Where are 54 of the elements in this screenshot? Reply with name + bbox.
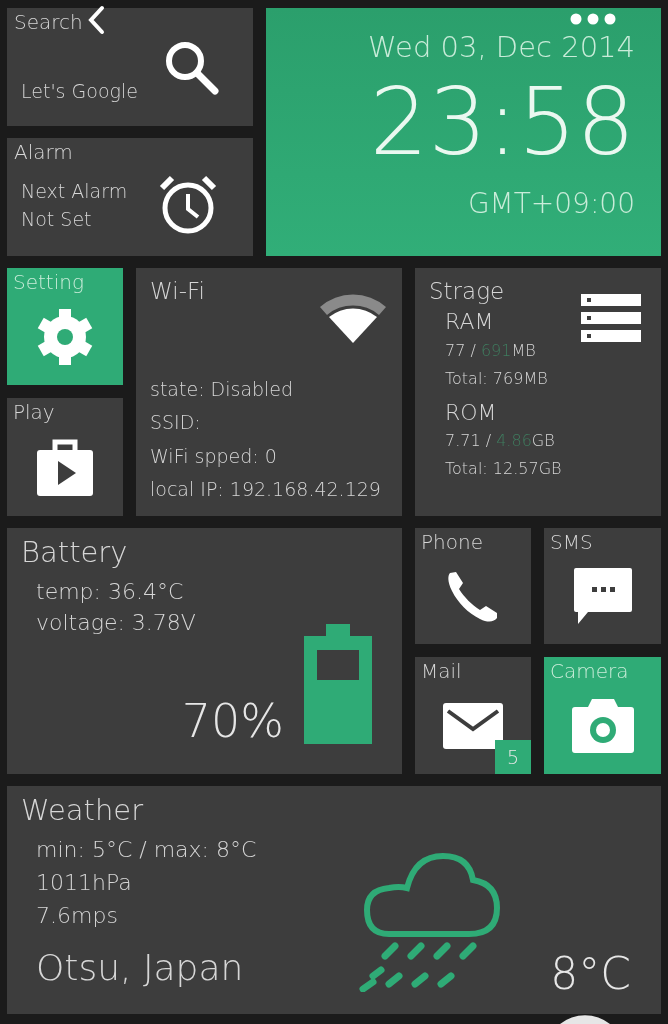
settings-icon — [35, 306, 95, 367]
clock-date: Wed 03, Dec 2014 — [367, 30, 635, 65]
alarm-status: Not Set — [21, 207, 93, 232]
app-label: Play — [13, 402, 56, 422]
app-label: Phone — [421, 532, 484, 552]
app-label: Camera — [550, 661, 630, 681]
tile-title: Battery — [21, 538, 128, 567]
weather-info: 7.6mps — [36, 902, 119, 930]
tile-title: Search — [14, 12, 83, 32]
alarm-clock-icon — [158, 174, 218, 236]
app-tile[interactable]: Play — [7, 398, 123, 516]
storage-usage: 77 / 691 MB — [445, 339, 537, 362]
storage-total: Total: 12.57GB — [445, 458, 563, 481]
app-label: Setting — [13, 272, 85, 292]
tile-title: Wi-Fi — [150, 280, 205, 303]
back-icon[interactable] — [86, 5, 106, 35]
storage-total: Total: 769MB — [445, 367, 549, 390]
circle-button[interactable] — [560, 1014, 610, 1024]
app-tile[interactable]: SMS — [544, 528, 661, 644]
search-icon — [164, 40, 220, 97]
tile-title: Weather — [21, 796, 144, 825]
wifi-info: local IP: 192.168.42.129 — [150, 476, 382, 502]
chat-bubble-icon — [571, 566, 634, 626]
server-icon — [581, 294, 641, 342]
app-label: SMS — [550, 532, 594, 552]
tile-title: Strage — [429, 280, 505, 303]
storage-usage: 7.71 / 4.86GB — [445, 430, 556, 453]
weather-location: Otsu, Japan — [36, 950, 244, 986]
weather-info: 1011hPa — [36, 869, 133, 897]
camera-icon — [571, 698, 634, 753]
clock-timezone: GMT+09:00 — [466, 185, 635, 222]
more-icon[interactable] — [570, 13, 616, 25]
battery-percent: 70% — [181, 698, 284, 744]
wifi-info: state: Disabled — [150, 377, 295, 402]
app-tile[interactable]: Mail 5 — [415, 657, 531, 774]
envelope-icon — [443, 702, 503, 749]
storage-heading: ROM — [445, 398, 497, 427]
search-hint: Let's Google — [20, 79, 138, 104]
count-badge: 5 — [495, 740, 531, 774]
battery-icon — [304, 624, 372, 744]
alarm-tile[interactable]: Alarm Next Alarm Not Set — [7, 138, 253, 256]
weather-temperature: 8°C — [550, 952, 631, 996]
clock-time: 23:58 — [369, 76, 635, 169]
wifi-info: WiFi spped: 0 — [150, 443, 278, 469]
storage-heading: RAM — [445, 308, 494, 336]
tile-title: Alarm — [14, 142, 73, 162]
app-tile[interactable]: Phone — [415, 528, 531, 644]
app-label: Mail — [421, 661, 463, 681]
battery-info: temp: 36.4°C — [36, 578, 185, 606]
alarm-status: Next Alarm — [21, 178, 128, 204]
battery-info: voltage: 3.78V — [36, 608, 197, 637]
weather-info: min: 5°C / max: 8°C — [36, 836, 258, 864]
wifi-info: SSID: — [150, 410, 202, 436]
search-tile[interactable]: Search Let's Google — [7, 8, 253, 126]
